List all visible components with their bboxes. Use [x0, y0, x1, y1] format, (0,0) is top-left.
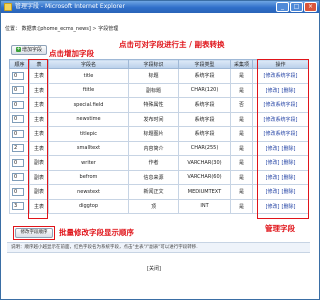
table-column-highlight	[28, 59, 48, 219]
field-name: befrom	[48, 169, 129, 185]
sort-order-input[interactable]: 0	[12, 100, 24, 109]
collect-flag: 是	[230, 184, 253, 200]
field-label: 顶	[128, 198, 179, 214]
close-link[interactable]: [关闭]	[147, 265, 161, 272]
collect-flag: 是	[230, 198, 253, 214]
sort-order-input[interactable]: 0	[12, 86, 24, 95]
collect-flag: 是	[230, 111, 253, 127]
batch-sort-button[interactable]: 修改字段顺序	[15, 228, 53, 238]
field-label: 标题图片	[128, 126, 179, 142]
field-type: 系统字段	[178, 111, 231, 127]
annotation-table-switch: 点击可对字段进行主 / 副表转换	[119, 40, 225, 49]
sort-cell: 0	[9, 184, 30, 200]
field-name: smalltext	[48, 140, 129, 156]
field-label: 内容简介	[128, 140, 179, 156]
column-header: 顺序	[9, 59, 30, 69]
description-bar: 说明：顺序越小越显示在前面，红色字段名为系统字段，点击"主表"/"副表"可以进行…	[7, 242, 310, 253]
collect-flag: 是	[230, 169, 253, 185]
breadcrumb-separator: >	[92, 26, 97, 32]
field-name: ftitle	[48, 82, 129, 98]
sort-cell: 3	[9, 198, 30, 214]
sort-order-input[interactable]: 0	[12, 173, 24, 182]
field-name: title	[48, 68, 129, 84]
sort-order-input[interactable]: 0	[12, 158, 24, 167]
field-type: CHAR(255)	[178, 140, 231, 156]
field-label: 特殊属性	[128, 97, 179, 113]
field-name: titlepic	[48, 126, 129, 142]
sort-cell: 0	[9, 68, 30, 84]
field-name: newstext	[48, 184, 129, 200]
operations-column-highlight	[257, 59, 309, 219]
field-label: 新闻正文	[128, 184, 179, 200]
field-name: writer	[48, 155, 129, 171]
breadcrumb-db[interactable]: 数据表:[phome_ecms_news]	[22, 26, 91, 32]
sort-order-input[interactable]: 2	[12, 144, 24, 153]
sort-cell: 0	[9, 155, 30, 171]
add-field-label: 增加字段	[21, 47, 42, 53]
column-header: 字段标识	[128, 59, 179, 69]
field-name: newstime	[48, 111, 129, 127]
close-icon[interactable]: ×	[304, 2, 317, 12]
sort-cell: 0	[9, 82, 30, 98]
collect-flag: 是	[230, 155, 253, 171]
sort-order-input[interactable]: 0	[12, 187, 24, 196]
title-bar: 管理字段 - Microsoft Internet Explorer _ □ ×	[1, 1, 319, 13]
collect-flag: 是	[230, 140, 253, 156]
annotation-add-field: 点击增加字段	[49, 49, 94, 58]
field-name: special.field	[48, 97, 129, 113]
sort-cell: 0	[9, 111, 30, 127]
sort-cell: 0	[9, 97, 30, 113]
field-name: diggtop	[48, 198, 129, 214]
window-controls: _ □ ×	[276, 2, 317, 12]
breadcrumb: 位置： 数据表:[phome_ecms_news] > 字段管理	[5, 25, 118, 32]
maximize-icon[interactable]: □	[290, 2, 303, 12]
field-type: MEDIUMTEXT	[178, 184, 231, 200]
browser-window: 管理字段 - Microsoft Internet Explorer _ □ ×…	[0, 0, 320, 300]
sort-order-input[interactable]: 0	[12, 71, 24, 80]
plus-icon: +	[15, 46, 21, 52]
breadcrumb-label: 位置：	[5, 26, 21, 32]
column-header: 采集项	[230, 59, 253, 69]
field-label: 副标题	[128, 82, 179, 98]
field-type: CHAR(120)	[178, 82, 231, 98]
field-label: 信息来源	[128, 169, 179, 185]
breadcrumb-current[interactable]: 字段管理	[98, 26, 118, 32]
field-type: 系统字段	[178, 97, 231, 113]
sort-cell: 0	[9, 169, 30, 185]
ie-page-icon	[4, 3, 12, 11]
collect-flag: 是	[230, 126, 253, 142]
minimize-icon[interactable]: _	[276, 2, 289, 12]
annotation-batch-sort: 批量修改字段显示顺序	[59, 228, 134, 237]
sort-order-input[interactable]: 0	[12, 115, 24, 124]
add-field-button[interactable]: +增加字段	[11, 45, 47, 55]
field-type: VARCHAR(30)	[178, 155, 231, 171]
field-type: 系统字段	[178, 68, 231, 84]
field-label: 发布时间	[128, 111, 179, 127]
sort-cell: 2	[9, 140, 30, 156]
field-type: 系统字段	[178, 126, 231, 142]
field-label: 作者	[128, 155, 179, 171]
column-header: 字段名	[48, 59, 129, 69]
field-type: INT	[178, 198, 231, 214]
collect-flag: 是	[230, 82, 253, 98]
collect-flag: 否	[230, 97, 253, 113]
sort-cell: 0	[9, 126, 30, 142]
field-label: 标题	[128, 68, 179, 84]
collect-flag: 是	[230, 68, 253, 84]
sort-order-input[interactable]: 3	[12, 202, 24, 211]
window-title: 管理字段 - Microsoft Internet Explorer	[15, 3, 125, 10]
field-type: VARCHAR(60)	[178, 169, 231, 185]
column-header: 字段类型	[178, 59, 231, 69]
annotation-manage-fields: 管理字段	[265, 224, 295, 233]
sort-order-input[interactable]: 0	[12, 129, 24, 138]
